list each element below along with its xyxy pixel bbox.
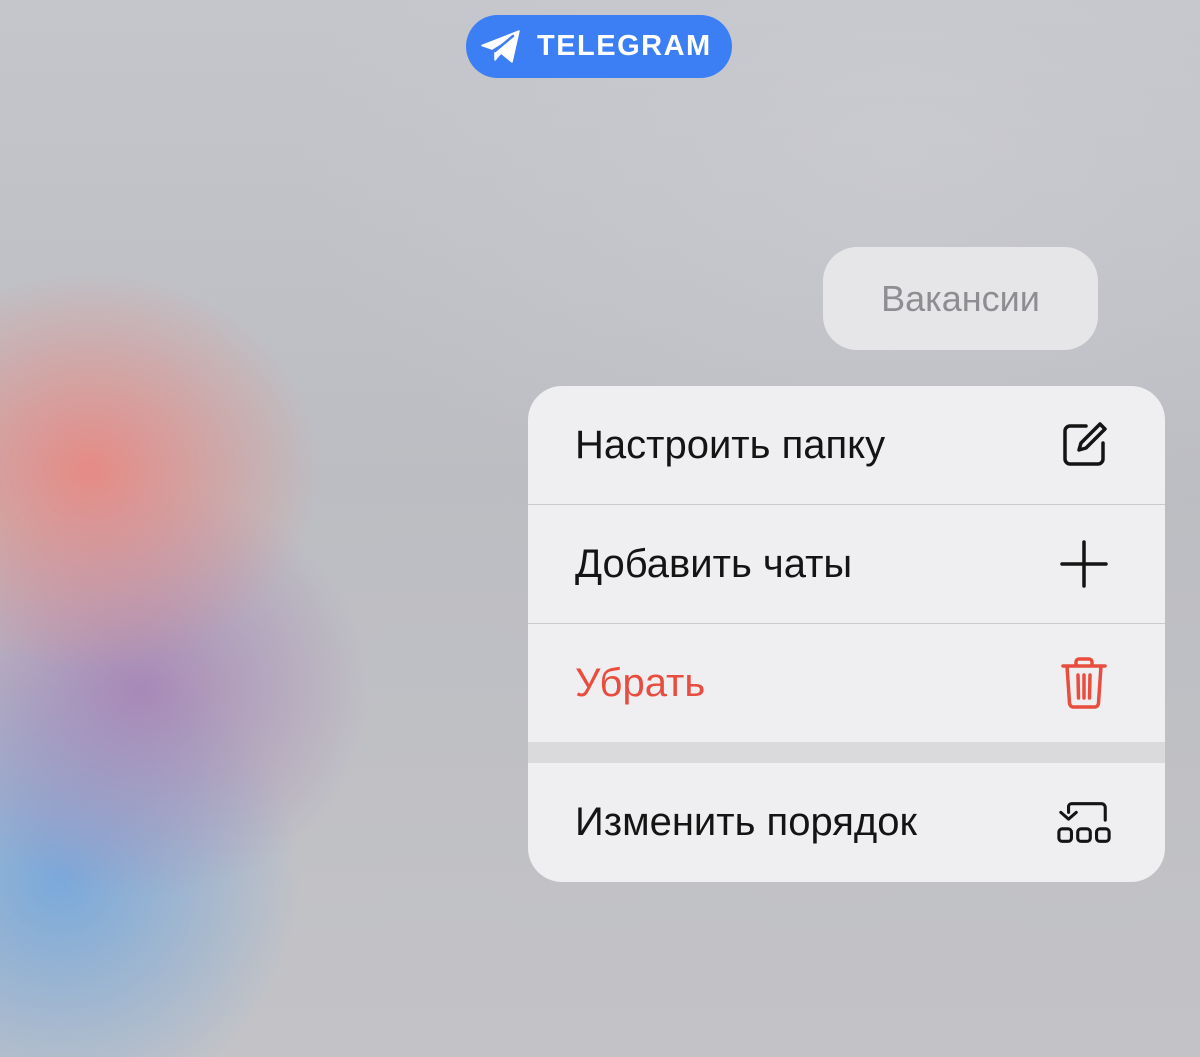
telegram-badge: TELEGRAM bbox=[466, 15, 732, 78]
folder-tab-label: Вакансии bbox=[881, 277, 1040, 319]
menu-item-add-chats[interactable]: Добавить чаты bbox=[528, 505, 1165, 623]
menu-item-label: Добавить чаты bbox=[575, 541, 853, 586]
edit-folder-icon bbox=[1056, 417, 1112, 473]
menu-item-label: Убрать bbox=[575, 660, 706, 705]
reorder-icon bbox=[1056, 795, 1112, 851]
folder-tab-vacancies[interactable]: Вакансии bbox=[823, 247, 1098, 350]
menu-item-remove[interactable]: Убрать bbox=[528, 624, 1165, 742]
context-menu: Настроить папку Добавить чаты Убрать Изм… bbox=[528, 386, 1165, 882]
trash-icon bbox=[1056, 655, 1112, 711]
plus-icon bbox=[1056, 536, 1112, 592]
menu-section-separator bbox=[528, 742, 1165, 763]
menu-item-reorder[interactable]: Изменить порядок bbox=[528, 763, 1165, 882]
paper-plane-icon bbox=[479, 29, 523, 65]
menu-item-label: Настроить папку bbox=[575, 422, 886, 467]
menu-item-label: Изменить порядок bbox=[575, 800, 917, 844]
menu-item-edit-folder[interactable]: Настроить папку bbox=[528, 386, 1165, 504]
badge-label: TELEGRAM bbox=[537, 30, 712, 62]
